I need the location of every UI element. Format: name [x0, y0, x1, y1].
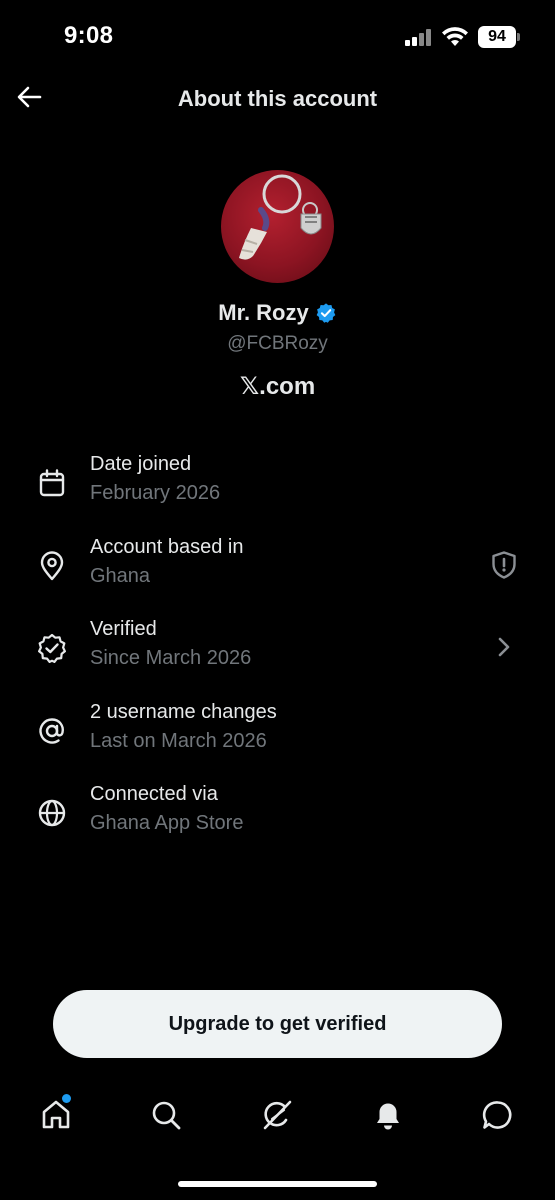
home-notification-dot [62, 1094, 71, 1103]
battery-icon: 94 [478, 26, 516, 48]
home-indicator [178, 1181, 377, 1187]
notifications-icon [377, 1103, 399, 1130]
page-title: About this account [177, 86, 378, 111]
home-icon [42, 1100, 70, 1129]
info-title: Date joined [90, 453, 192, 475]
avatar[interactable] [221, 170, 334, 283]
upgrade-button[interactable]: Upgrade to get verified [53, 990, 502, 1058]
wifi-icon [442, 27, 468, 46]
battery-tip [517, 33, 520, 41]
verified-badge-icon [316, 303, 336, 323]
display-name-row: Mr. Rozy [0, 300, 555, 326]
keychain-image [239, 174, 322, 260]
info-subtitle: Last on March 2026 [90, 730, 267, 752]
info-date-joined: Date joined February 2026 [0, 453, 555, 523]
location-pin-icon [40, 551, 64, 581]
tab-messages[interactable] [478, 1095, 518, 1135]
info-subtitle: February 2026 [90, 482, 221, 504]
info-title: Verified [90, 618, 157, 640]
site-label: 𝕏.com [239, 373, 316, 400]
tab-search[interactable] [146, 1095, 186, 1135]
tab-notifications[interactable] [368, 1095, 408, 1135]
info-subtitle: Ghana [90, 565, 151, 587]
handle: @FCBRozy [227, 333, 328, 354]
header: About this account [0, 72, 555, 128]
info-connected-via: Connected via Ghana App Store [0, 783, 555, 853]
status-bar: 9:08 94 [0, 0, 555, 70]
at-sign-icon [39, 718, 64, 744]
info-title: Account based in [90, 536, 244, 558]
globe-icon [38, 799, 66, 827]
search-icon [152, 1101, 181, 1130]
info-subtitle: Since March 2026 [90, 647, 252, 669]
signal-icon [405, 28, 433, 46]
calendar-icon [39, 469, 65, 497]
verified-check-icon [38, 633, 66, 663]
info-subtitle: Ghana App Store [90, 812, 244, 834]
info-account-based-in[interactable]: Account based in Ghana [0, 536, 555, 606]
display-name: Mr. Rozy [218, 300, 309, 325]
info-verified[interactable]: Verified Since March 2026 [0, 618, 555, 688]
status-time: 9:08 [64, 22, 114, 49]
grok-icon [263, 1100, 292, 1130]
tab-bar [0, 1085, 555, 1149]
info-username-changes: 2 username changes Last on March 2026 [0, 701, 555, 771]
info-title: 2 username changes [90, 701, 277, 723]
shield-alert-icon[interactable] [489, 550, 519, 580]
info-title: Connected via [90, 783, 218, 805]
tab-grok[interactable] [257, 1095, 297, 1135]
chevron-right-icon [498, 637, 510, 657]
messages-icon [482, 1101, 512, 1129]
